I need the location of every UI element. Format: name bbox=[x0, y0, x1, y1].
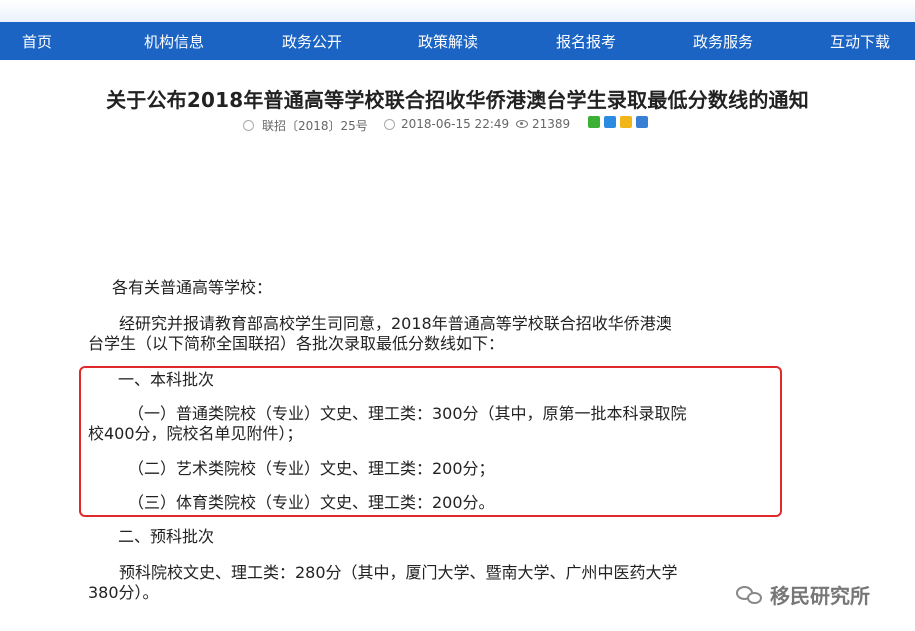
article-body: 各有关普通高等学校： 经研究并报请教育部高校学生司同意，2018年普通高等学校联… bbox=[0, 0, 915, 631]
prep-line-2: 380分）。 bbox=[88, 583, 159, 602]
section-2-heading: 二、预科批次 bbox=[118, 527, 215, 546]
prep-line-1: 预科院校文史、理工类：280分（其中，厦门大学、暨南大学、广州中医药大学 bbox=[119, 563, 678, 582]
wechat-logo-icon bbox=[736, 584, 764, 606]
watermark: 移民研究所 bbox=[736, 580, 870, 609]
watermark-text: 移民研究所 bbox=[770, 584, 870, 608]
intro-line-2: 台学生（以下简称全国联招）各批次录取最低分数线如下： bbox=[88, 334, 505, 353]
highlight-box bbox=[79, 366, 782, 517]
intro-line-1: 经研究并报请教育部高校学生司同意，2018年普通高等学校联合招收华侨港澳 bbox=[119, 314, 672, 333]
greeting: 各有关普通高等学校： bbox=[112, 278, 273, 297]
